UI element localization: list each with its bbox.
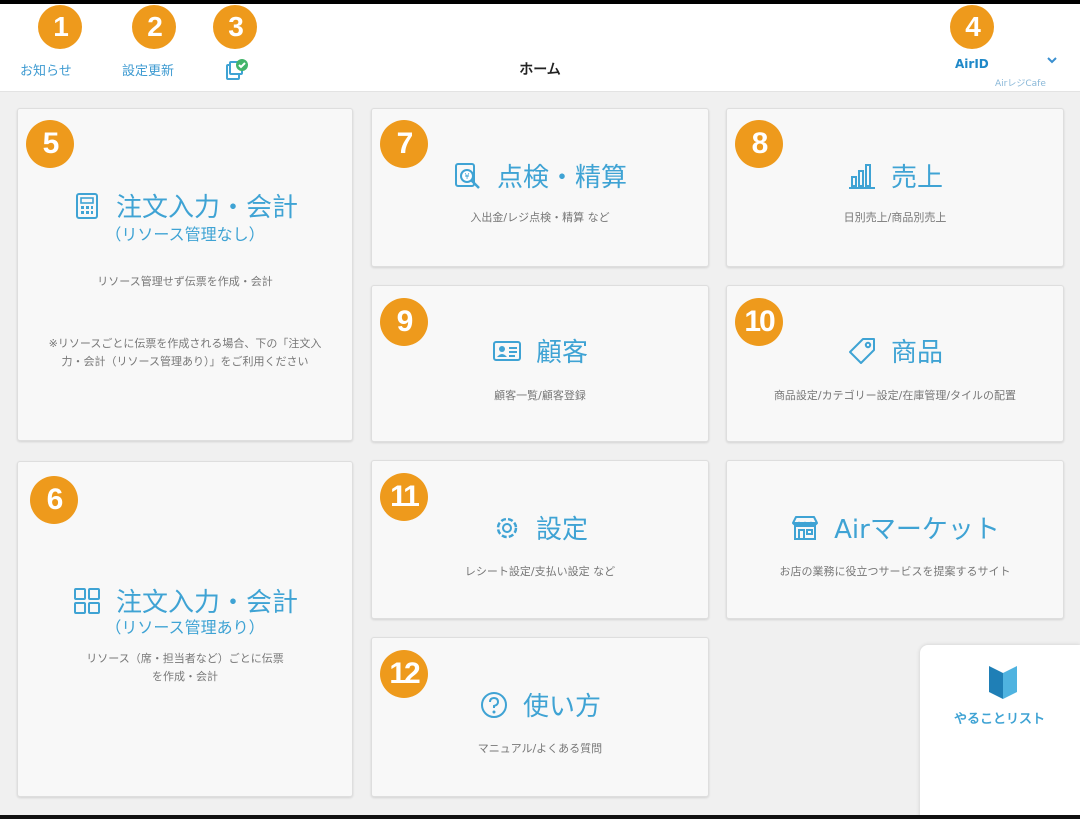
calculator-icon xyxy=(75,192,98,219)
card-title: 商品 xyxy=(890,338,943,368)
inspection-icon: ¥ xyxy=(454,162,480,189)
sales-title-row: 売上 xyxy=(727,157,1063,194)
badge-4: 4 xyxy=(950,5,994,49)
air-market-card[interactable]: Airマーケット お店の業務に役立つサービスを提案するサイト xyxy=(726,460,1064,619)
card-description: リソース（席・担当者など）ごとに伝票を作成・会計 xyxy=(86,652,284,683)
badge-8: 8 xyxy=(735,120,783,168)
badge-12: 12 xyxy=(380,650,428,698)
order-no-resource-title-row: 注文入力・会計 xyxy=(18,187,352,224)
badge-7: 7 xyxy=(380,120,428,168)
card-subtitle: （リソース管理なし） xyxy=(105,225,265,244)
card-title: Airマーケット xyxy=(834,515,1000,545)
store-icon xyxy=(792,515,819,540)
tag-icon xyxy=(848,337,875,364)
help-title-row: 使い方 xyxy=(372,686,708,723)
badge-6: 6 xyxy=(30,476,78,524)
settings-title-row: 設定 xyxy=(372,509,708,546)
page-title: ホーム xyxy=(519,62,561,78)
air-market-title-row: Airマーケット xyxy=(727,509,1063,546)
card-note: ※リソースごとに伝票を作成される場合、下の「注文入力・会計（リソース管理あり）」… xyxy=(48,337,322,368)
card-description: マニュアル/よくある質問 xyxy=(477,742,603,755)
card-description: 商品設定/カテゴリー設定/在庫管理/タイルの配置 xyxy=(773,389,1017,402)
store-name: AirレジCafe xyxy=(995,79,1046,89)
badge-1: 1 xyxy=(38,5,82,49)
todo-list-label: やることリスト xyxy=(954,712,1046,727)
card-title: 使い方 xyxy=(522,692,601,722)
beginner-mark-icon xyxy=(989,666,1017,699)
card-title: 顧客 xyxy=(535,338,588,368)
products-title-row: 商品 xyxy=(727,332,1063,369)
badge-9: 9 xyxy=(380,298,428,346)
badge-11: 11 xyxy=(380,473,428,521)
card-title: 点検・精算 xyxy=(496,163,627,193)
question-icon xyxy=(480,691,507,718)
todo-list-button[interactable]: やることリスト xyxy=(920,645,1080,819)
card-description: お店の業務に役立つサービスを提案するサイト xyxy=(779,565,1011,578)
grid-icon xyxy=(73,587,100,614)
card-title: 設定 xyxy=(535,515,588,545)
card-subtitle: （リソース管理あり） xyxy=(105,618,265,637)
badge-2: 2 xyxy=(132,5,176,49)
home-menu-area: 注文入力・会計 （リソース管理なし） リソース管理せず伝票を作成・会計 ※リソー… xyxy=(0,92,1080,815)
bottom-edge xyxy=(0,815,1080,819)
card-description: 日別売上/商品別売上 xyxy=(843,211,947,224)
gear-icon xyxy=(496,517,518,538)
badge-3: 3 xyxy=(213,5,257,49)
card-description: 顧客一覧/顧客登録 xyxy=(494,389,586,402)
inspection-title-row: ¥ 点検・精算 xyxy=(372,157,708,194)
account-label[interactable]: AirID xyxy=(955,57,989,71)
badge-10: 10 xyxy=(735,298,783,346)
card-description: リソース管理せず伝票を作成・会計 xyxy=(97,275,273,288)
bar-chart-icon xyxy=(848,163,875,189)
card-description: レシート設定/支払い設定 など xyxy=(464,565,616,578)
chevron-down-icon[interactable] xyxy=(1046,55,1058,65)
customer-card-icon xyxy=(492,340,521,361)
card-description: 入出金/レジ点検・精算 など xyxy=(470,211,610,224)
svg-text:¥: ¥ xyxy=(464,172,469,181)
card-title: 注文入力・会計 xyxy=(115,193,298,223)
card-title: 売上 xyxy=(890,163,943,193)
customers-title-row: 顧客 xyxy=(372,332,708,369)
badge-5: 5 xyxy=(26,120,74,168)
